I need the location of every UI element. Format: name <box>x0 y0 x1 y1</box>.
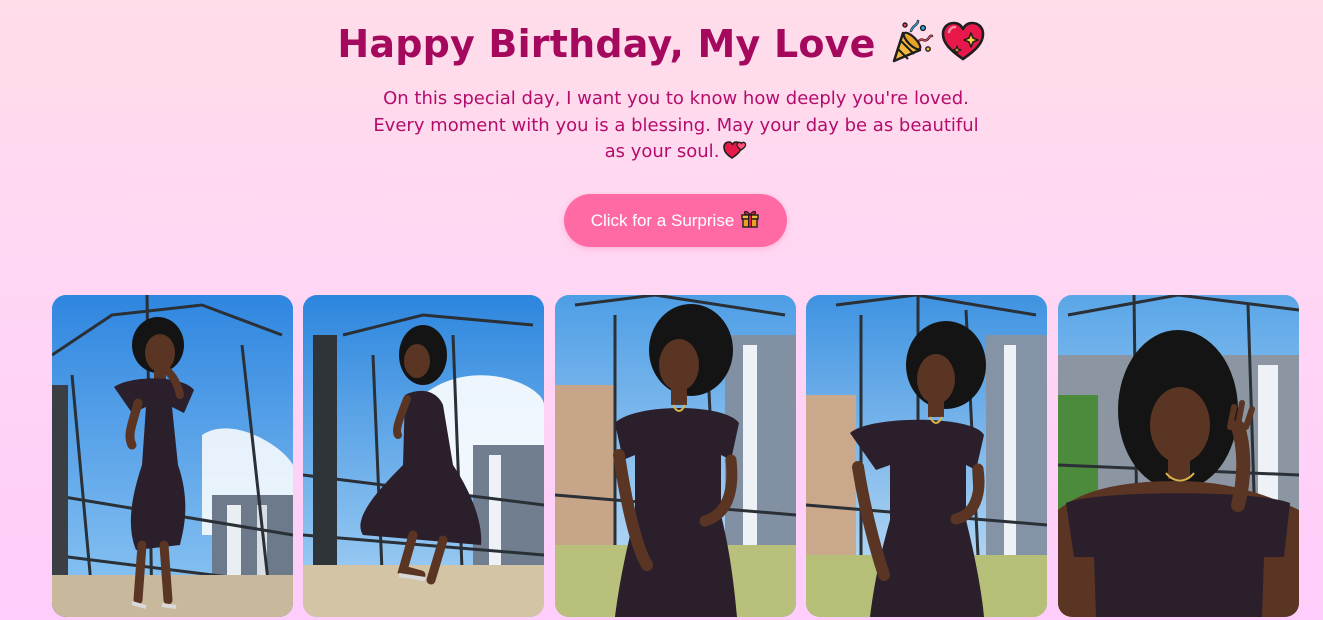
photo-crouching <box>303 295 544 617</box>
title-row: Happy Birthday, My Love <box>0 18 1323 70</box>
two-hearts-icon <box>723 140 747 169</box>
gallery-photo-3[interactable] <box>555 295 796 617</box>
sparkling-heart-icon <box>940 19 986 69</box>
surprise-button-label: Click for a Surprise <box>590 210 735 230</box>
surprise-button[interactable]: Click for a Surprise <box>564 194 787 247</box>
photo-closeup-hand-hair <box>1058 295 1299 617</box>
gallery-photo-2[interactable] <box>303 295 544 617</box>
birthday-message: On this special day, I want you to know … <box>366 86 986 169</box>
message-text: On this special day, I want you to know … <box>373 88 979 162</box>
party-popper-icon <box>888 19 934 69</box>
gallery-photo-5[interactable] <box>1058 295 1299 617</box>
gift-icon <box>740 208 760 233</box>
photo-standing-closer <box>555 295 796 617</box>
gallery-photo-4[interactable] <box>806 295 1047 617</box>
photo-standing-full <box>52 295 293 617</box>
photo-standing-hand-hip <box>806 295 1047 617</box>
gallery-photo-1[interactable] <box>52 295 293 617</box>
photo-gallery <box>52 295 1299 617</box>
page-title: Happy Birthday, My Love <box>337 22 876 66</box>
title-emojis <box>888 19 986 69</box>
